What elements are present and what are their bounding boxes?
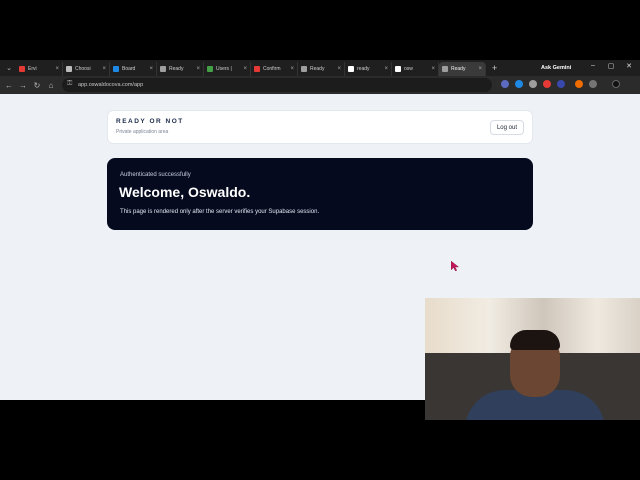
tab-label: Choosi	[75, 66, 91, 72]
welcome-description: This page is rendered only after the ser…	[120, 209, 320, 215]
tab-label: Ready	[310, 66, 325, 72]
welcome-card: Authenticated successfully Welcome, Oswa…	[107, 158, 533, 230]
tab-favicon-icon	[66, 66, 72, 72]
extension-icon[interactable]	[557, 80, 565, 88]
puzzle-icon[interactable]	[589, 80, 597, 88]
tab-close-icon[interactable]: ×	[431, 66, 435, 72]
logout-button[interactable]: Log out	[489, 120, 524, 135]
reload-icon[interactable]: ↻	[30, 81, 44, 90]
tab-label: Users |	[216, 66, 232, 72]
webcam-person-hair	[510, 330, 560, 350]
tab-label: Confirm	[263, 66, 281, 72]
tab-close-icon[interactable]: ×	[55, 66, 59, 72]
welcome-heading: Welcome, Oswaldo.	[119, 184, 251, 200]
tab-label: Ready	[169, 66, 184, 72]
browser-tab[interactable]: Choosi ×	[63, 62, 110, 76]
ask-gemini-button[interactable]: Ask Gemini	[537, 63, 575, 73]
tab-close-icon[interactable]: ×	[149, 66, 153, 72]
extension-icon[interactable]	[501, 80, 509, 88]
browser-tab[interactable]: Ready ×	[298, 62, 345, 76]
browser-tab[interactable]: Ervi ×	[16, 62, 63, 76]
address-url: app.oswaldocova.com/app	[78, 82, 144, 88]
address-bar[interactable]: ⚿ app.oswaldocova.com/app	[62, 78, 492, 92]
tab-favicon-icon	[207, 66, 213, 72]
tab-close-icon[interactable]: ×	[243, 66, 247, 72]
browser-tab[interactable]: Ready ×	[439, 62, 486, 76]
mouse-pointer-icon	[451, 261, 459, 271]
tab-close-icon[interactable]: ×	[196, 66, 200, 72]
tab-search-icon[interactable]: ⌄	[2, 62, 16, 74]
browser-tab[interactable]: osw ×	[392, 62, 439, 76]
tab-favicon-icon	[254, 66, 260, 72]
tab-strip: ⌄ Ervi × Choosi × Board × Ready × Users | × Confir…	[0, 60, 640, 76]
lock-icon: ⚿	[67, 80, 73, 87]
extension-icon[interactable]	[515, 80, 523, 88]
tab-close-icon[interactable]: ×	[478, 66, 482, 72]
tab-favicon-icon	[348, 66, 354, 72]
browser-tab[interactable]: Users | ×	[204, 62, 251, 76]
tab-label: osw	[404, 66, 413, 72]
close-window-button[interactable]: ✕	[622, 62, 636, 70]
back-icon[interactable]: ←	[2, 81, 16, 90]
forward-icon[interactable]: →	[16, 81, 30, 90]
tab-label: ready	[357, 66, 370, 72]
browser-tab[interactable]: ready ×	[345, 62, 392, 76]
auth-status-text: Authenticated successfully	[120, 172, 191, 178]
brand-subtitle: Private application area	[116, 129, 169, 135]
home-icon[interactable]: ⌂	[44, 81, 58, 90]
browser-tab[interactable]: Ready ×	[157, 62, 204, 76]
extension-icon[interactable]	[575, 80, 583, 88]
tab-favicon-icon	[442, 66, 448, 72]
tab-close-icon[interactable]: ×	[384, 66, 388, 72]
header-card: READY OR NOT Private application area Lo…	[107, 110, 533, 144]
tab-close-icon[interactable]: ×	[102, 66, 106, 72]
profile-avatar[interactable]	[612, 80, 620, 88]
tab-label: Board	[122, 66, 136, 72]
extension-icon[interactable]	[543, 80, 551, 88]
tab-label: Ready	[451, 66, 466, 72]
tab-close-icon[interactable]: ×	[337, 66, 341, 72]
webcam-overlay	[425, 298, 640, 420]
browser-tab[interactable]: Board ×	[110, 62, 157, 76]
minimize-button[interactable]: –	[586, 62, 600, 69]
new-tab-button[interactable]: +	[492, 63, 497, 73]
tab-favicon-icon	[19, 66, 25, 72]
extension-icon[interactable]	[529, 80, 537, 88]
brand-title: READY OR NOT	[116, 118, 184, 125]
tab-favicon-icon	[160, 66, 166, 72]
tab-favicon-icon	[113, 66, 119, 72]
tab-favicon-icon	[395, 66, 401, 72]
maximize-button[interactable]: ▢	[604, 62, 618, 70]
browser-tab[interactable]: Confirm ×	[251, 62, 298, 76]
tab-label: Ervi	[28, 66, 37, 72]
screen-frame: ⌄ Ervi × Choosi × Board × Ready × Users | × Confir…	[0, 0, 640, 480]
tab-close-icon[interactable]: ×	[290, 66, 294, 72]
tab-favicon-icon	[301, 66, 307, 72]
